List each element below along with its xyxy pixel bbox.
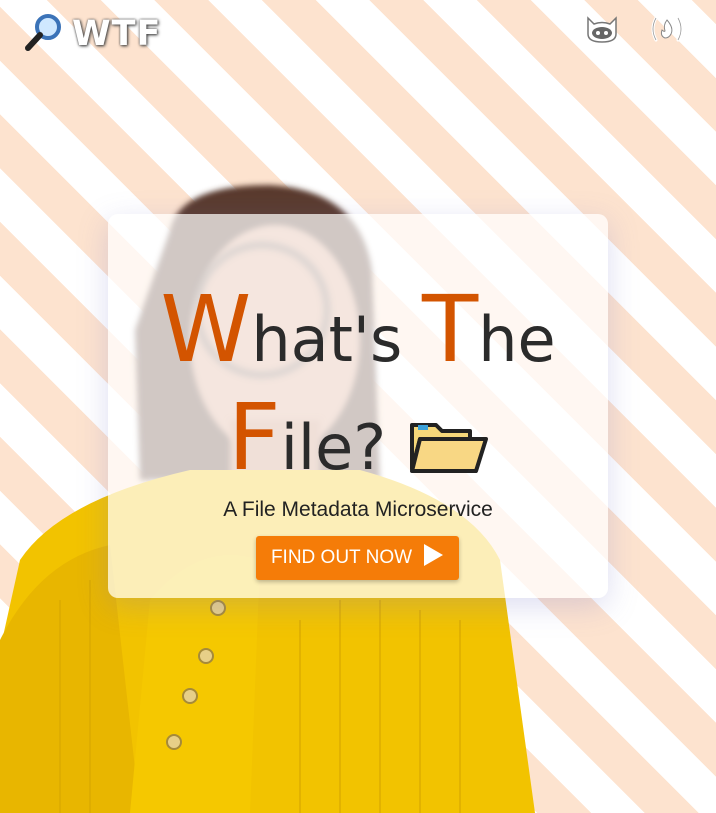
find-out-now-button[interactable]: FIND OUT NOW [256, 536, 459, 580]
title-line-1: What's The [108, 284, 608, 376]
nav-icons [584, 14, 684, 44]
subtitle: A File Metadata Microservice [223, 498, 493, 521]
title-text: he [478, 303, 556, 376]
brand-title: WTF [72, 14, 162, 54]
folder-icon [408, 417, 489, 487]
title-text: ile? [280, 411, 387, 484]
github-icon[interactable] [584, 14, 620, 44]
title-cap-t: T [421, 276, 479, 383]
freecodecamp-icon[interactable] [648, 14, 684, 44]
play-icon [422, 543, 444, 573]
title-line-2: File? [108, 392, 608, 487]
title-cap-w: W [160, 276, 252, 383]
magnifying-glass-icon [24, 12, 64, 56]
page-title: What's The File? [108, 284, 608, 487]
title-cap-f: F [227, 384, 281, 491]
title-text: hat's [251, 303, 422, 376]
cta-label: FIND OUT NOW [270, 547, 413, 568]
hero-card: What's The File? A File Metadata Microse… [108, 214, 608, 598]
brand[interactable]: WTF [24, 12, 161, 56]
top-bar: WTF [0, 0, 716, 64]
